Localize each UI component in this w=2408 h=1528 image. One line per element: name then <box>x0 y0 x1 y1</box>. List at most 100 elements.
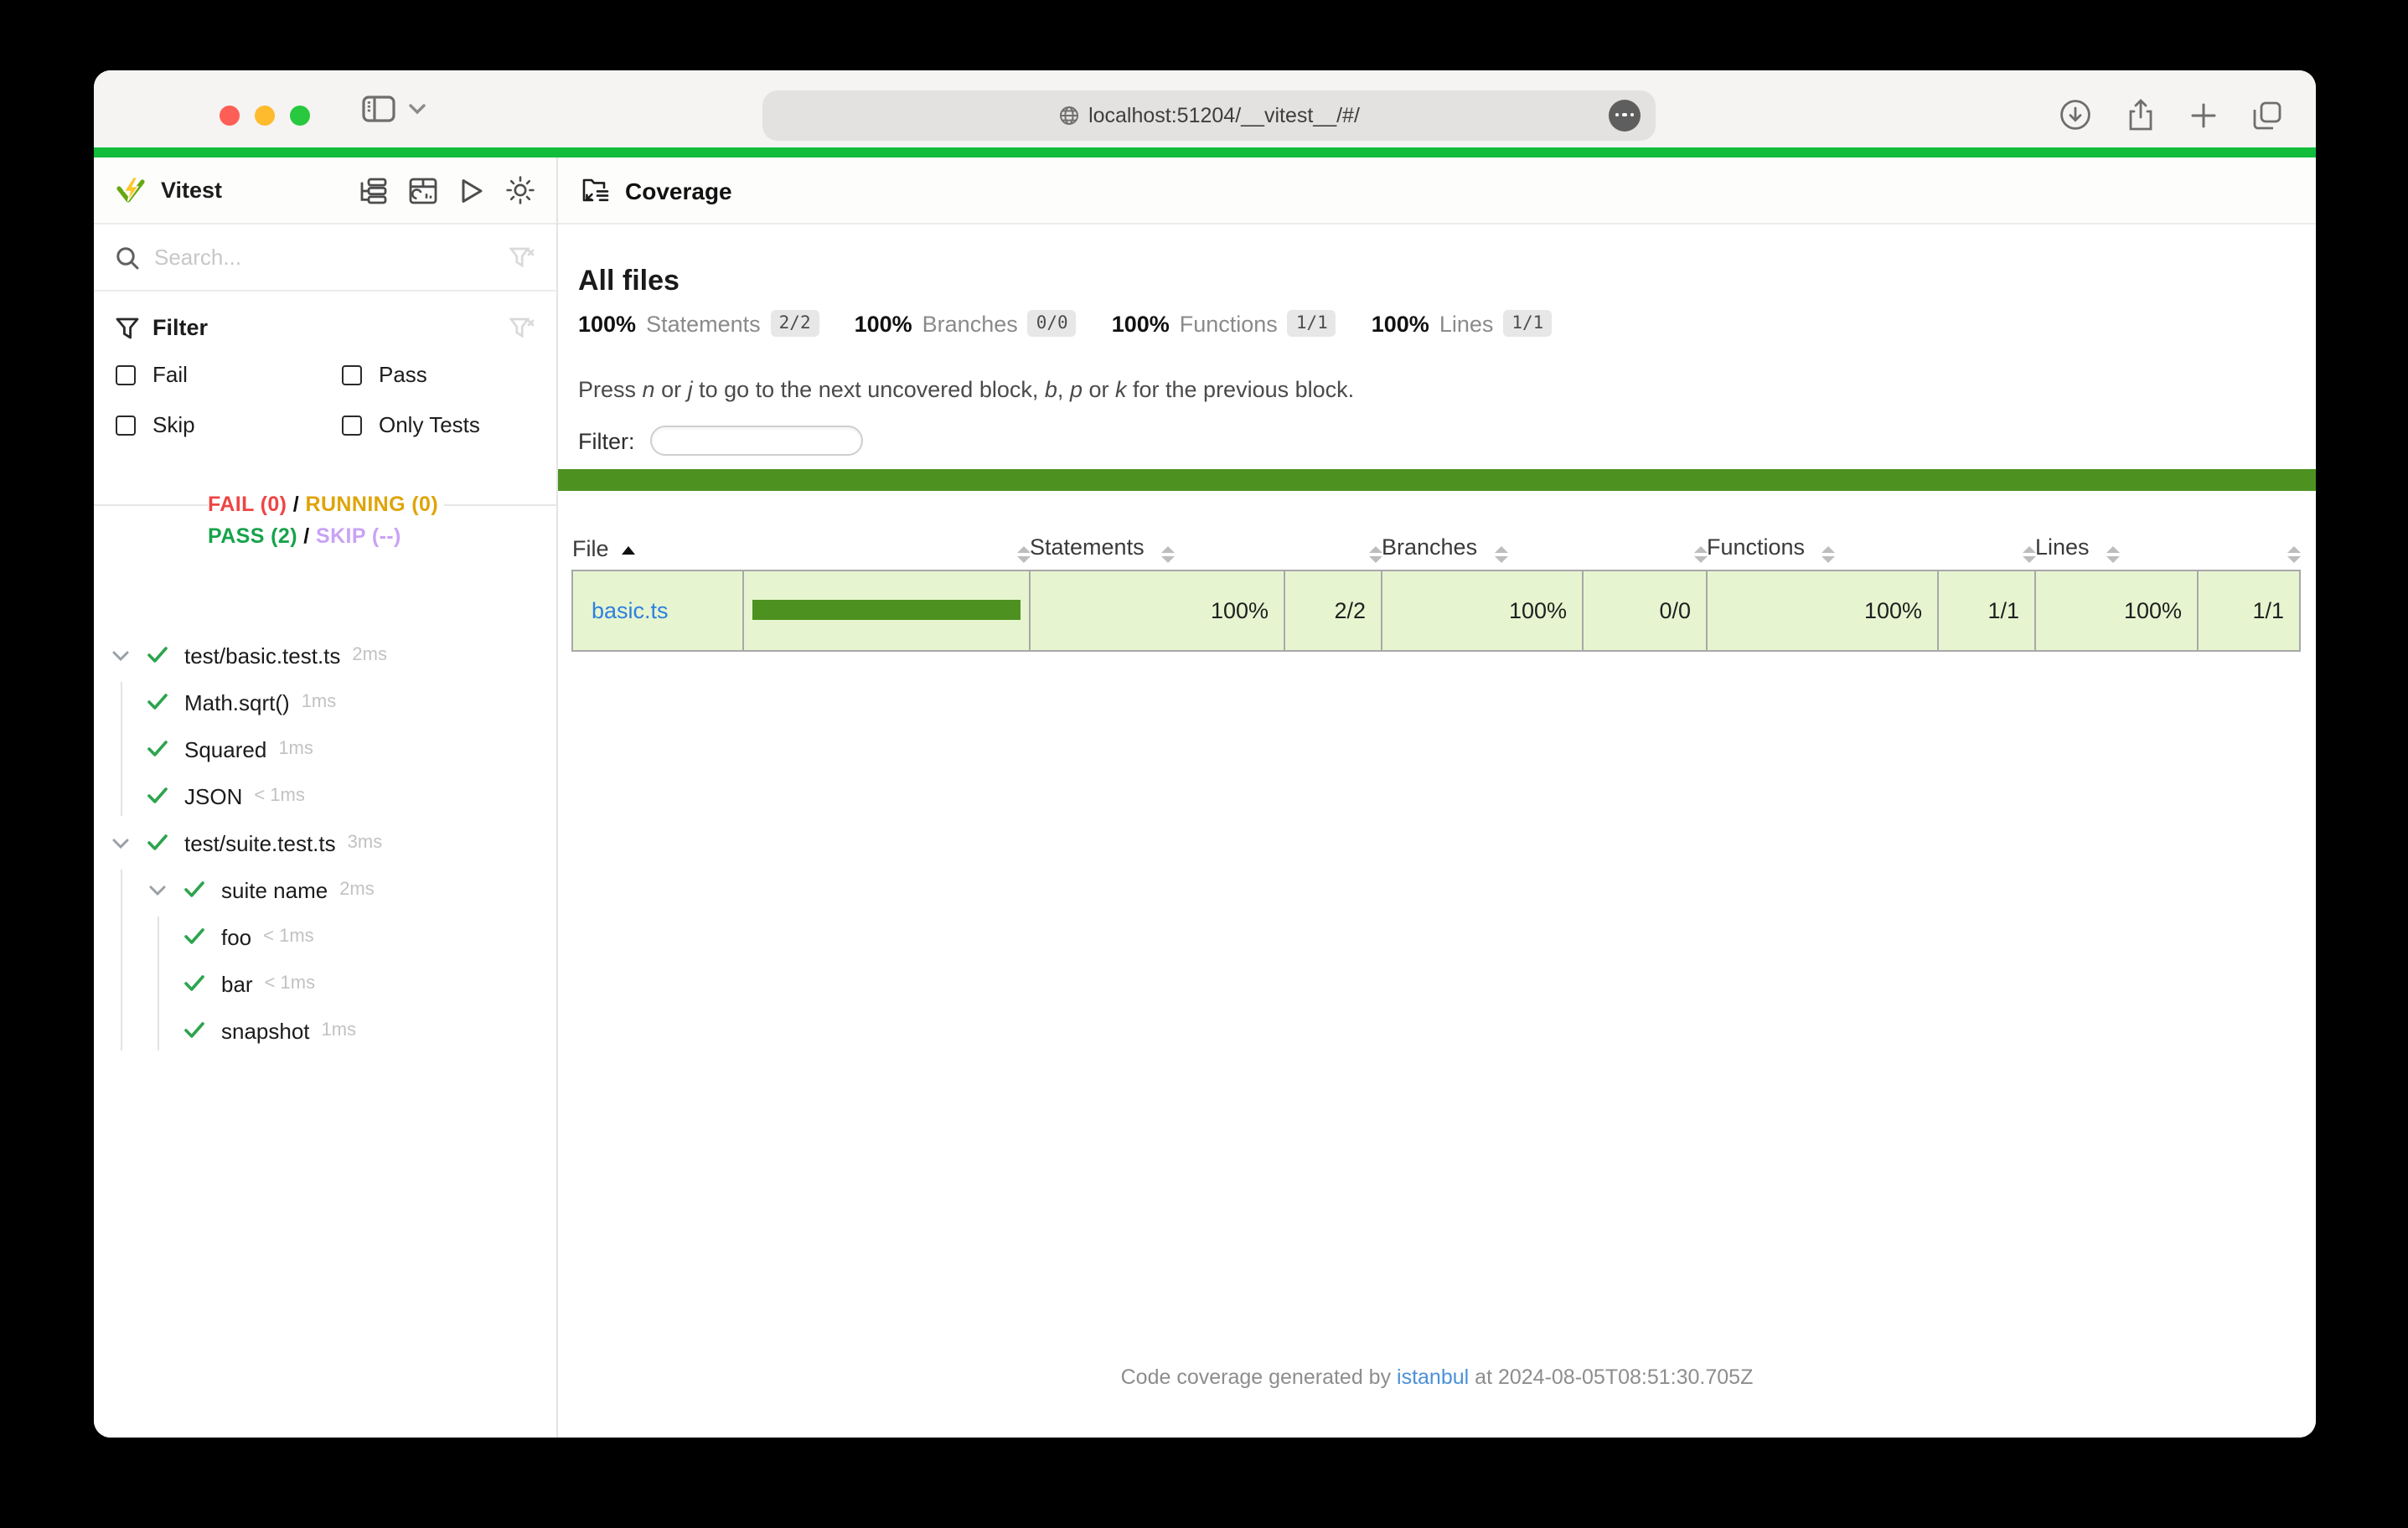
functions-frac-cell: 1/1 <box>1938 570 2035 650</box>
clear-filter-icon[interactable] <box>509 316 535 339</box>
checkbox-only-tests[interactable] <box>342 415 362 435</box>
toolbar-actions <box>2059 98 2282 132</box>
file-link[interactable]: basic.ts <box>592 597 669 622</box>
filter-option-pass[interactable]: Pass <box>342 362 535 387</box>
tab-overview-icon[interactable] <box>2252 100 2282 130</box>
zoom-window-button[interactable] <box>290 105 310 125</box>
checkbox-skip[interactable] <box>116 415 136 435</box>
col-functions-raw-sorter[interactable] <box>1938 529 2035 570</box>
sort-icon <box>1161 547 1175 564</box>
table-row: basic.ts 100% 2/2 100% 0/0 100% 1/1 100%… <box>572 570 2300 650</box>
sort-icon <box>1693 547 1707 564</box>
run-all-icon[interactable] <box>459 177 484 204</box>
dashboard-icon[interactable] <box>409 177 437 204</box>
new-tab-icon[interactable] <box>2190 101 2217 128</box>
test-progress-bar <box>94 147 2316 157</box>
sidebar-header: Vitest <box>94 157 556 225</box>
coverage-filter: Filter: <box>578 426 863 456</box>
chevron-down-icon[interactable] <box>144 884 171 896</box>
functions-pct-cell: 100% <box>1707 570 1938 650</box>
chevron-down-icon[interactable] <box>107 837 134 849</box>
pass-check-icon <box>181 1022 208 1039</box>
globe-icon <box>1058 105 1078 125</box>
tree-item-test[interactable]: bar < 1ms <box>94 960 556 1007</box>
branches-frac-cell: 0/0 <box>1583 570 1707 650</box>
screenshot-stage: localhost:51204/__vitest__/#/ <box>0 0 2408 1528</box>
tree-item-suite[interactable]: suite name 2ms <box>94 866 556 913</box>
branches-pct-cell: 100% <box>1382 570 1583 650</box>
traffic-lights <box>220 105 310 125</box>
filter-label: Filter: <box>578 428 635 453</box>
coverage-bar <box>752 600 1021 620</box>
chevron-down-icon[interactable] <box>107 649 134 661</box>
running-count: RUNNING (0) <box>306 493 439 516</box>
tree-item-test[interactable]: JSON < 1ms <box>94 772 556 819</box>
sort-icon <box>2106 547 2120 564</box>
tree-item-file-basic[interactable]: test/basic.test.ts 2ms <box>94 632 556 679</box>
col-lines-header[interactable]: Lines <box>2035 529 2198 570</box>
sort-icon <box>1822 547 1835 564</box>
coverage-title: Coverage <box>625 177 732 204</box>
lines-pct-cell: 100% <box>2035 570 2198 650</box>
col-file-header[interactable]: File <box>572 529 743 570</box>
col-statements-raw-sorter[interactable] <box>1284 529 1382 570</box>
filter-option-skip[interactable]: Skip <box>116 412 342 437</box>
pass-check-icon <box>144 647 171 663</box>
coverage-filter-input[interactable] <box>650 426 863 456</box>
tree-item-test[interactable]: snapshot 1ms <box>94 1007 556 1054</box>
col-branches-raw-sorter[interactable] <box>1583 529 1707 570</box>
fraction-badge: 1/1 <box>1288 310 1336 337</box>
all-files-heading: All files <box>578 265 680 298</box>
close-window-button[interactable] <box>220 105 240 125</box>
minimize-window-button[interactable] <box>255 105 275 125</box>
share-icon[interactable] <box>2126 98 2155 132</box>
col-functions-header[interactable]: Functions <box>1707 529 1938 570</box>
coverage-footer: Code coverage generated by istanbul at 2… <box>558 1365 2316 1389</box>
sort-icon <box>2022 547 2035 564</box>
lines-frac-cell: 1/1 <box>2198 570 2300 650</box>
tree-item-file-suite[interactable]: test/suite.test.ts 3ms <box>94 819 556 866</box>
sort-icon <box>1368 547 1382 564</box>
report-folder-icon <box>581 178 610 203</box>
address-bar[interactable]: localhost:51204/__vitest__/#/ <box>762 90 1656 140</box>
coverage-header: Coverage <box>558 157 2316 225</box>
sidebar-toggle-icon[interactable] <box>362 96 395 122</box>
search-input[interactable] <box>154 245 494 270</box>
pass-check-icon <box>181 928 208 945</box>
checkbox-fail[interactable] <box>116 364 136 385</box>
theme-toggle-icon[interactable] <box>506 176 535 204</box>
checkbox-pass[interactable] <box>342 364 362 385</box>
col-lines-raw-sorter[interactable] <box>2198 529 2300 570</box>
filter-section: Filter Fail <box>94 292 556 506</box>
coverage-table: File Statements Branches Functions Lines… <box>571 529 2301 651</box>
browser-window: localhost:51204/__vitest__/#/ <box>94 70 2316 1438</box>
filter-option-only-tests[interactable]: Only Tests <box>342 412 535 437</box>
pass-count: PASS (2) <box>208 524 297 548</box>
pass-check-icon <box>144 834 171 851</box>
test-run-summary: FAIL (0) / RUNNING (0) PASS (2) / SKIP (… <box>208 489 556 553</box>
stat-statements: 100% Statements 2/2 <box>578 310 819 337</box>
stat-functions: 100% Functions 1/1 <box>1112 310 1336 337</box>
vitest-logo-icon <box>116 175 146 205</box>
app-title: Vitest <box>161 178 222 203</box>
tree-item-test[interactable]: foo < 1ms <box>94 913 556 960</box>
clear-search-filter-icon[interactable] <box>509 245 535 269</box>
istanbul-link[interactable]: istanbul <box>1397 1365 1469 1389</box>
col-statements-header[interactable]: Statements <box>1030 529 1284 570</box>
pass-check-icon <box>181 975 208 992</box>
funnel-icon <box>116 316 139 339</box>
filter-option-fail[interactable]: Fail <box>116 362 342 387</box>
search-bar <box>94 225 556 292</box>
downloads-icon[interactable] <box>2059 99 2091 131</box>
tree-item-test[interactable]: Squared 1ms <box>94 725 556 772</box>
tree-item-test[interactable]: Math.sqrt() 1ms <box>94 679 556 725</box>
sort-icon <box>2287 547 2300 564</box>
page-settings-button[interactable] <box>1609 99 1641 131</box>
col-pic-sorter[interactable] <box>743 529 1030 570</box>
pass-check-icon <box>144 694 171 710</box>
keyboard-hint: Press n or j to go to the next uncovered… <box>578 377 1354 402</box>
col-branches-header[interactable]: Branches <box>1382 529 1583 570</box>
tree-view-icon[interactable] <box>359 177 387 204</box>
test-tree: test/basic.test.ts 2ms Math.sqrt() 1ms <box>94 632 556 1054</box>
chevron-down-icon[interactable] <box>409 103 426 115</box>
